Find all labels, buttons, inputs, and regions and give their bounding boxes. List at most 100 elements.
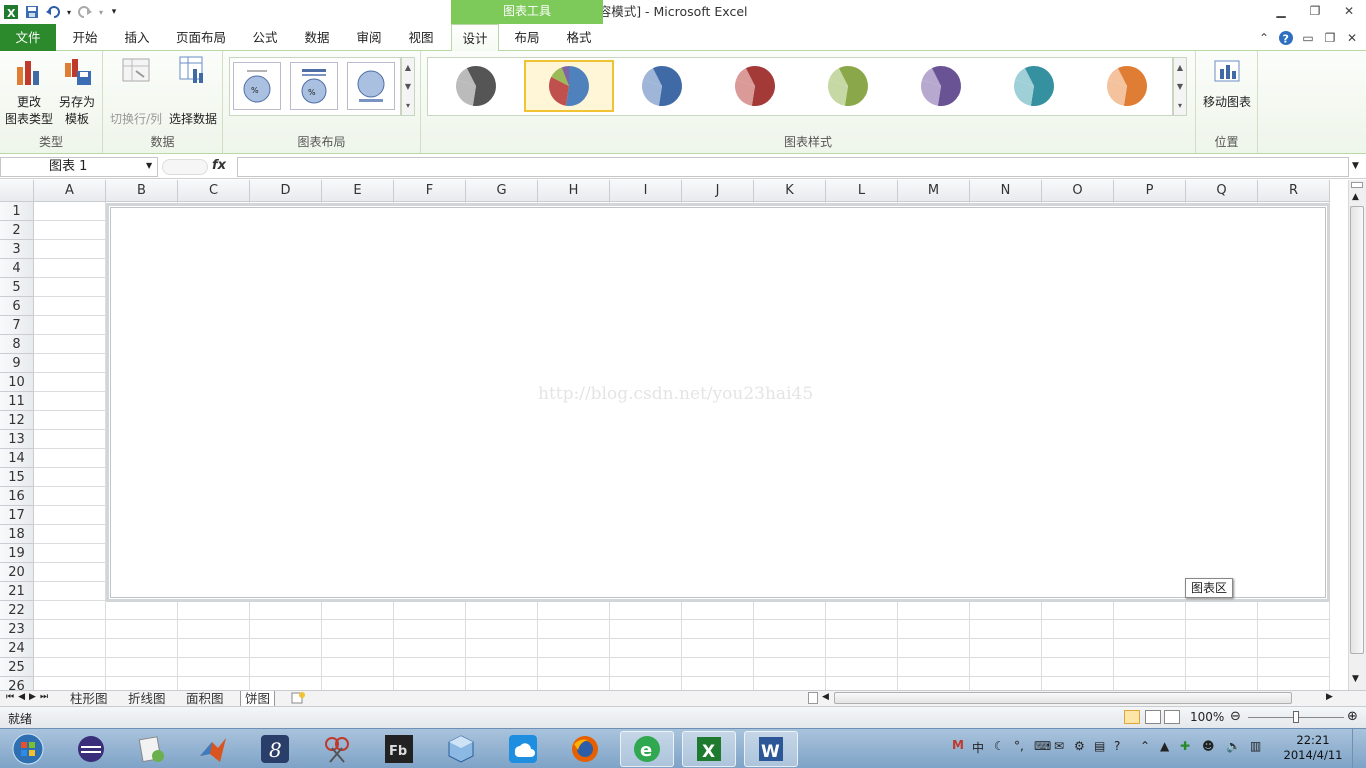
tray-expand-icon[interactable]: ▲ bbox=[1160, 739, 1169, 753]
row-header-25[interactable]: 25 bbox=[0, 658, 34, 677]
tab-formulas[interactable]: 公式 bbox=[242, 24, 288, 51]
row-header-8[interactable]: 8 bbox=[0, 335, 34, 354]
workbook-close-icon[interactable]: ✕ bbox=[1342, 27, 1362, 49]
scroll-down-icon[interactable]: ▼ bbox=[1177, 82, 1183, 91]
snipping-tool-icon[interactable] bbox=[310, 731, 364, 767]
workbook-restore-icon[interactable]: ❐ bbox=[1320, 27, 1340, 49]
split-box[interactable] bbox=[1351, 182, 1363, 188]
tray-moon-icon[interactable]: ☾ bbox=[994, 739, 1005, 753]
redo-icon[interactable] bbox=[76, 3, 94, 21]
help-icon[interactable]: ? bbox=[1276, 27, 1296, 49]
tab-split-handle[interactable] bbox=[808, 692, 818, 704]
gallery-more-icon[interactable]: ▾ bbox=[1178, 101, 1182, 110]
name-box-dropdown-icon[interactable]: ▼ bbox=[146, 161, 152, 170]
notepad-plus-icon[interactable] bbox=[124, 731, 178, 767]
column-header-j[interactable]: J bbox=[682, 180, 754, 202]
row-header-24[interactable]: 24 bbox=[0, 639, 34, 658]
start-button[interactable] bbox=[0, 731, 56, 767]
hscroll-right-icon[interactable]: ▶ bbox=[1326, 692, 1333, 702]
column-header-o[interactable]: O bbox=[1042, 180, 1114, 202]
row-header-1[interactable]: 1 bbox=[0, 202, 34, 221]
row-header-2[interactable]: 2 bbox=[0, 221, 34, 240]
column-header-h[interactable]: H bbox=[538, 180, 610, 202]
row-header-11[interactable]: 11 bbox=[0, 392, 34, 411]
column-header-r[interactable]: R bbox=[1258, 180, 1330, 202]
horizontal-scroll-thumb[interactable] bbox=[834, 692, 1292, 704]
tab-file[interactable]: 文件 bbox=[0, 24, 56, 51]
vertical-scroll-thumb[interactable] bbox=[1350, 206, 1364, 654]
restore-icon[interactable]: ❐ bbox=[1298, 0, 1332, 22]
sheet-tab-area-chart[interactable]: 面积图 bbox=[182, 691, 228, 707]
row-header-7[interactable]: 7 bbox=[0, 316, 34, 335]
tray-punct-icon[interactable]: °, bbox=[1014, 739, 1024, 753]
scroll-down-arrow-icon[interactable]: ▼ bbox=[1352, 674, 1359, 684]
change-chart-type-button[interactable]: 更改 图表类型 bbox=[4, 55, 54, 128]
tray-qq-icon[interactable]: ☻ bbox=[1202, 739, 1215, 753]
fx-icon[interactable]: fx bbox=[212, 158, 226, 173]
column-header-d[interactable]: D bbox=[250, 180, 322, 202]
normal-view-icon[interactable] bbox=[1124, 710, 1140, 724]
column-header-f[interactable]: F bbox=[394, 180, 466, 202]
tray-volume-icon[interactable]: 🔈 bbox=[1226, 739, 1241, 753]
row-header-9[interactable]: 9 bbox=[0, 354, 34, 373]
close-icon[interactable]: ✕ bbox=[1332, 0, 1366, 22]
row-header-13[interactable]: 13 bbox=[0, 430, 34, 449]
column-header-k[interactable]: K bbox=[754, 180, 826, 202]
save-icon[interactable] bbox=[23, 3, 41, 21]
column-header-n[interactable]: N bbox=[970, 180, 1042, 202]
eclipse-icon[interactable] bbox=[64, 731, 118, 767]
row-header-6[interactable]: 6 bbox=[0, 297, 34, 316]
chart-style-option-3[interactable] bbox=[617, 60, 707, 112]
row-header-21[interactable]: 21 bbox=[0, 582, 34, 601]
column-header-b[interactable]: B bbox=[106, 180, 178, 202]
tray-help-icon[interactable]: ? bbox=[1114, 739, 1120, 753]
column-header-c[interactable]: C bbox=[178, 180, 250, 202]
layout-option-1[interactable]: % bbox=[233, 62, 281, 110]
tray-plus-icon[interactable]: ✚ bbox=[1180, 739, 1190, 753]
column-header-i[interactable]: I bbox=[610, 180, 682, 202]
row-header-5[interactable]: 5 bbox=[0, 278, 34, 297]
scroll-down-icon[interactable]: ▼ bbox=[405, 82, 411, 91]
chart-style-option-7[interactable] bbox=[989, 60, 1079, 112]
row-header-15[interactable]: 15 bbox=[0, 468, 34, 487]
tray-m-icon[interactable]: M bbox=[952, 738, 964, 752]
layout-gallery-scroll[interactable]: ▲ ▼ ▾ bbox=[401, 57, 415, 116]
save-as-template-button[interactable]: 另存为 模板 bbox=[55, 55, 99, 128]
sheet-tab-pie-chart[interactable]: 饼图 bbox=[240, 691, 276, 707]
sheet-tab-column-chart[interactable]: 柱形图 bbox=[66, 691, 112, 707]
page-break-view-icon[interactable] bbox=[1164, 710, 1180, 724]
row-header-23[interactable]: 23 bbox=[0, 620, 34, 639]
chart-style-option-8[interactable] bbox=[1082, 60, 1172, 112]
tray-tools-icon[interactable]: ⚙ bbox=[1074, 739, 1085, 753]
minimize-ribbon-icon[interactable]: ⌃ bbox=[1254, 27, 1274, 49]
tab-data[interactable]: 数据 bbox=[294, 24, 340, 51]
row-header-17[interactable]: 17 bbox=[0, 506, 34, 525]
matlab-icon[interactable] bbox=[186, 731, 240, 767]
row-header-18[interactable]: 18 bbox=[0, 525, 34, 544]
tab-layout[interactable]: 布局 bbox=[504, 24, 550, 51]
row-header-20[interactable]: 20 bbox=[0, 563, 34, 582]
redo-dropdown-icon[interactable]: ▾ bbox=[97, 3, 105, 21]
firefox-icon[interactable] bbox=[558, 731, 612, 767]
hscroll-left-icon[interactable]: ◀ bbox=[822, 692, 829, 702]
tray-network-icon[interactable]: ▥ bbox=[1250, 739, 1261, 753]
layout-option-3[interactable] bbox=[347, 62, 395, 110]
select-data-button[interactable]: 选择数据 bbox=[167, 55, 219, 128]
sheet-tab-line-chart[interactable]: 折线图 bbox=[124, 691, 170, 707]
tab-page-layout[interactable]: 页面布局 bbox=[168, 24, 234, 51]
zoom-level[interactable]: 100% bbox=[1190, 710, 1224, 724]
clock[interactable]: 22:21 2014/4/11 bbox=[1282, 733, 1344, 763]
column-header-l[interactable]: L bbox=[826, 180, 898, 202]
tab-insert[interactable]: 插入 bbox=[114, 24, 160, 51]
switch-row-column-button[interactable]: 切换行/列 bbox=[107, 55, 165, 128]
scroll-up-icon[interactable]: ▲ bbox=[405, 63, 411, 72]
scroll-up-arrow-icon[interactable]: ▲ bbox=[1352, 192, 1359, 202]
row-header-10[interactable]: 10 bbox=[0, 373, 34, 392]
show-desktop-button[interactable] bbox=[1352, 729, 1366, 768]
row-header-19[interactable]: 19 bbox=[0, 544, 34, 563]
column-header-q[interactable]: Q bbox=[1186, 180, 1258, 202]
name-box[interactable]: 图表 1 bbox=[0, 157, 158, 177]
chart-style-option-1[interactable] bbox=[431, 60, 521, 112]
column-header-m[interactable]: M bbox=[898, 180, 970, 202]
row-header-3[interactable]: 3 bbox=[0, 240, 34, 259]
